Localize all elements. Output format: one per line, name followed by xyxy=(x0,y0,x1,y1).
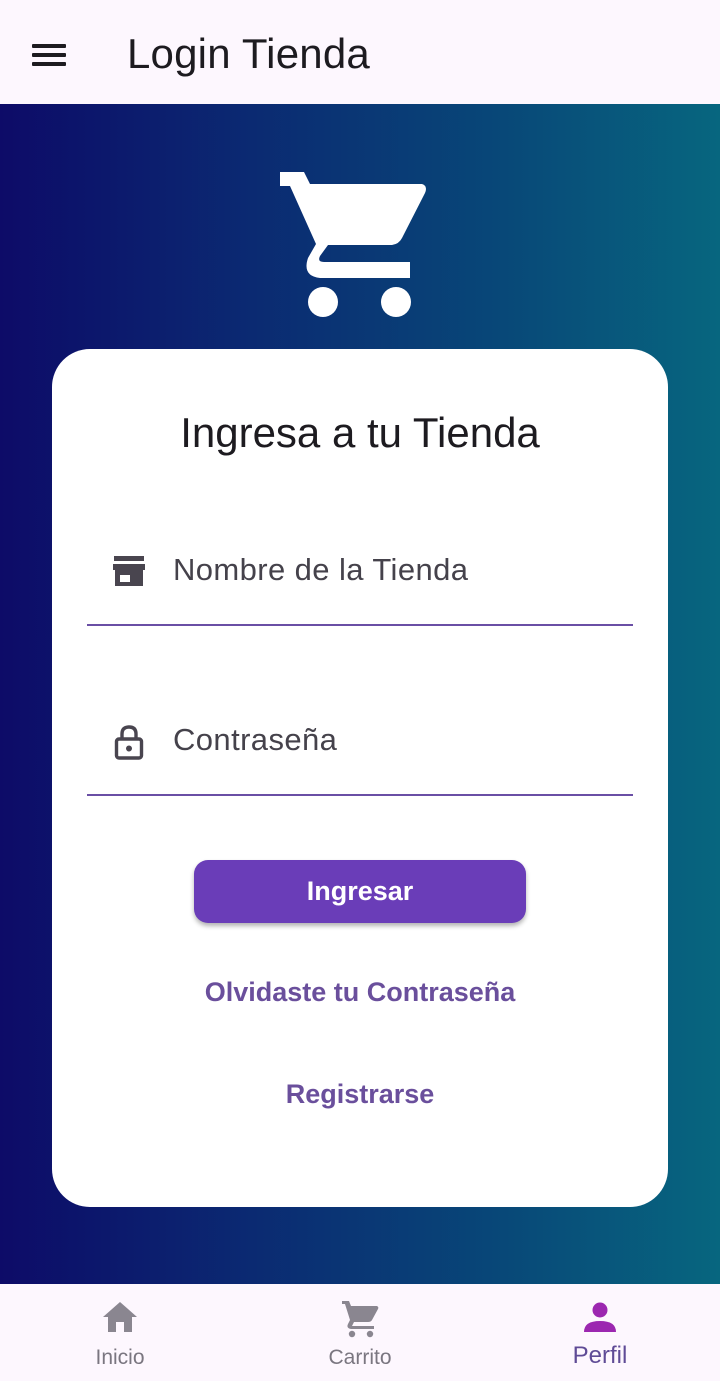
hamburger-menu-icon[interactable] xyxy=(32,40,66,68)
cart-icon xyxy=(342,1301,379,1338)
password-placeholder: Contraseña xyxy=(173,722,338,757)
card-title: Ingresa a tu Tienda xyxy=(180,409,540,456)
store-name-placeholder: Nombre de la Tienda xyxy=(173,552,469,587)
home-icon xyxy=(103,1302,137,1332)
store-name-field[interactable]: Nombre de la Tienda xyxy=(87,536,633,626)
shopping-cart-icon xyxy=(280,172,426,317)
nav-item-inicio[interactable]: Inicio xyxy=(0,1284,240,1381)
store-name-underline xyxy=(87,624,633,626)
login-background: Ingresa a tu Tienda Nombre de la Tienda … xyxy=(0,104,720,1284)
person-icon xyxy=(584,1302,616,1332)
login-card: Ingresa a tu Tienda Nombre de la Tienda … xyxy=(52,349,668,1207)
password-underline xyxy=(87,794,633,796)
forgot-password-link[interactable]: Olvidaste tu Contraseña xyxy=(52,977,668,1008)
nav-label-carrito: Carrito xyxy=(328,1346,392,1369)
login-button[interactable]: Ingresar xyxy=(194,860,526,923)
bottom-navigation: Inicio Carrito Perfil xyxy=(0,1284,720,1381)
nav-label-perfil: Perfil xyxy=(572,1342,628,1369)
lock-icon xyxy=(114,725,144,760)
register-link[interactable]: Registrarse xyxy=(52,1079,668,1110)
storefront-icon xyxy=(113,556,145,586)
nav-item-carrito[interactable]: Carrito xyxy=(240,1284,480,1381)
password-field[interactable]: Contraseña xyxy=(87,706,633,796)
app-bar: Login Tienda xyxy=(0,0,720,104)
nav-label-inicio: Inicio xyxy=(95,1346,145,1369)
nav-item-perfil[interactable]: Perfil xyxy=(480,1284,720,1381)
app-title: Login Tienda xyxy=(127,30,370,77)
